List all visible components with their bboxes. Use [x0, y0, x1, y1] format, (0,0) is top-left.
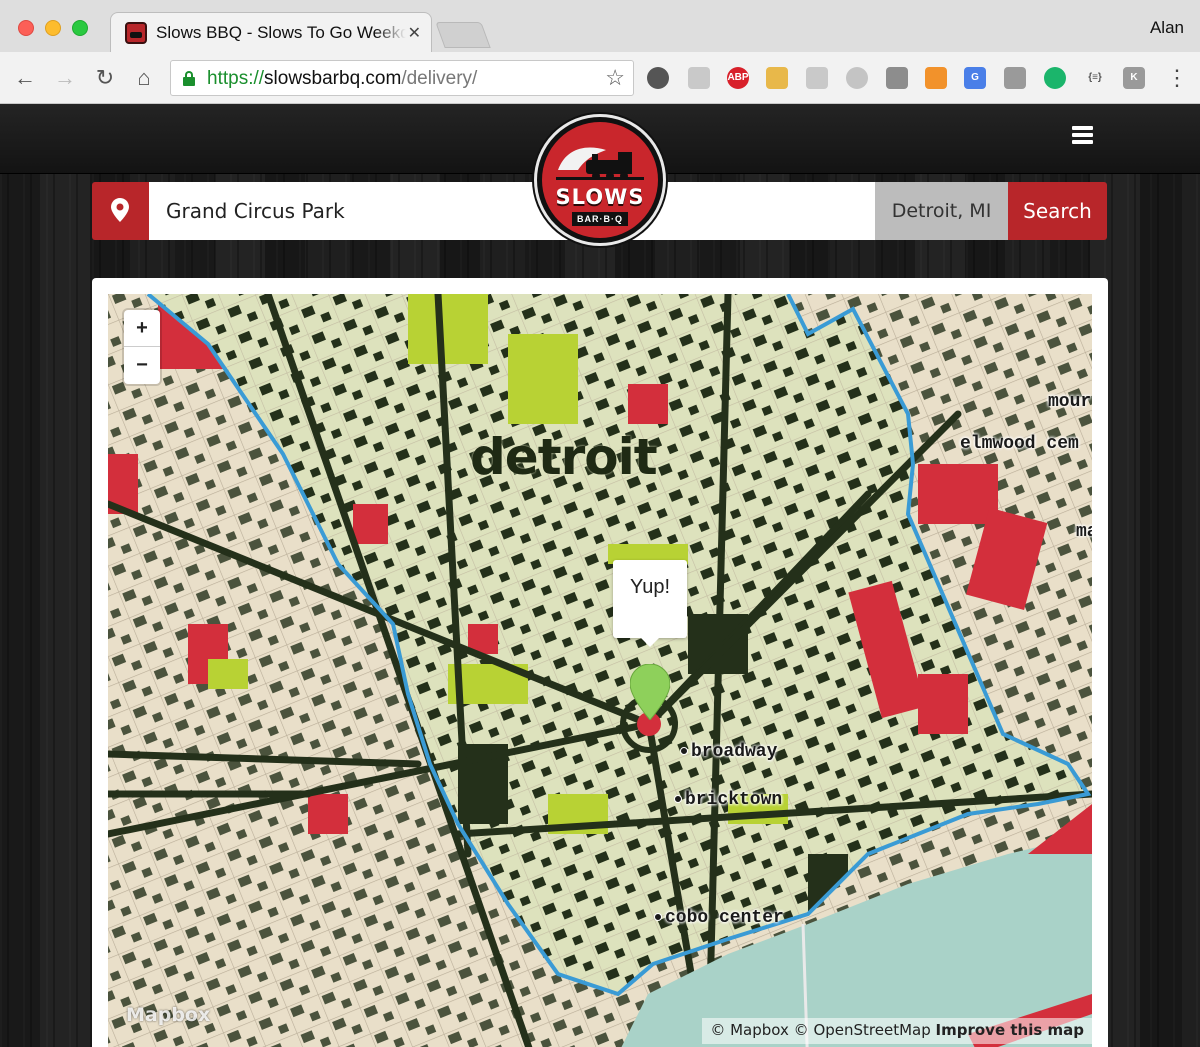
attribution-mapbox-link[interactable]: © Mapbox [710, 1021, 789, 1039]
map-pin-icon [111, 198, 129, 222]
location-pin-button[interactable] [92, 182, 149, 240]
mapbox-logo[interactable]: Mapbox [126, 1004, 210, 1026]
dropbox-icon[interactable] [1004, 67, 1026, 89]
map-label-broadway: broadway [680, 742, 777, 762]
chart-icon[interactable] [925, 67, 947, 89]
grid-icon[interactable] [886, 67, 908, 89]
browser-toolbar: ← → ↻ ⌂ https://slowsbarbq.com/delivery/… [0, 52, 1200, 104]
delivery-map[interactable]: + − detroit broadway bricktown cobo cent… [108, 294, 1092, 1047]
window-minimize-button[interactable] [45, 20, 61, 36]
map-card: + − detroit broadway bricktown cobo cent… [92, 278, 1108, 1047]
map-label-ma: ma [1076, 522, 1092, 542]
reload-icon[interactable]: ↻ [92, 65, 118, 91]
map-popup[interactable]: Yup! [613, 560, 687, 647]
map-label-mount: mour [1048, 392, 1092, 412]
url-text[interactable]: https://slowsbarbq.com/delivery/ [207, 68, 477, 90]
forward-arrow-icon[interactable]: → [52, 65, 78, 91]
bookmark-star-icon[interactable]: ☆ [605, 65, 625, 91]
json-icon[interactable]: {≡} [1084, 67, 1106, 89]
hamburger-menu-icon[interactable] [1072, 126, 1093, 144]
map-tiles[interactable] [108, 294, 1092, 1047]
address-bar[interactable]: https://slowsbarbq.com/delivery/ ☆ [170, 60, 634, 96]
zoom-in-button[interactable]: + [124, 310, 160, 347]
translate-icon[interactable]: G [964, 67, 986, 89]
address-input[interactable]: Grand Circus Park [149, 182, 875, 240]
logo-wordmark: SLOWS [555, 185, 645, 209]
bulb-icon[interactable] [846, 67, 868, 89]
window-titlebar: Slows BBQ - Slows To Go Weekday Delivery… [0, 0, 1200, 52]
rocket-icon[interactable] [647, 67, 669, 89]
page: SLOWS BAR·B·Q Grand Circus Park Detroit,… [0, 104, 1200, 1047]
improve-map-link[interactable]: Improve this map [936, 1021, 1084, 1039]
lock-icon [183, 71, 195, 86]
logo-subtext: BAR·B·Q [572, 212, 628, 226]
popup-text: Yup! [629, 576, 671, 598]
slows-logo[interactable]: SLOWS BAR·B·Q [534, 114, 666, 246]
map-attribution: © Mapbox © OpenStreetMap Improve this ma… [702, 1018, 1092, 1044]
new-tab-button[interactable] [435, 22, 491, 48]
map-label-cobo-center: cobo center [654, 908, 784, 928]
k-icon[interactable]: K [1123, 67, 1145, 89]
map-marker-icon[interactable] [630, 664, 670, 720]
search-button[interactable]: Search [1008, 182, 1107, 240]
attribution-osm-link[interactable]: © OpenStreetMap [794, 1021, 931, 1039]
window-maximize-button[interactable] [72, 20, 88, 36]
zoom-out-button[interactable]: − [124, 347, 160, 384]
profile-name[interactable]: Alan [1150, 18, 1184, 38]
slows-favicon-icon [125, 22, 147, 44]
browser-tab[interactable]: Slows BBQ - Slows To Go Weekday Delivery… [110, 12, 432, 52]
train-icon [556, 147, 644, 180]
map-label-bricktown: bricktown [674, 790, 782, 810]
zoom-control: + − [124, 310, 160, 384]
tab-close-icon[interactable]: ✕ [408, 23, 421, 43]
city-map-label: detroit [470, 428, 658, 486]
back-arrow-icon[interactable]: ← [12, 65, 38, 91]
map-label-elmwood: elmwood cem [960, 434, 1079, 454]
home-icon[interactable]: ⌂ [131, 65, 157, 91]
city-field: Detroit, MI [875, 182, 1008, 240]
chat-icon[interactable] [1044, 67, 1066, 89]
adblock-plus-icon[interactable]: ABP [727, 67, 749, 89]
browser-menu-icon[interactable]: ⋮ [1166, 65, 1188, 91]
screencast-icon[interactable] [806, 67, 828, 89]
shield-icon[interactable] [688, 67, 710, 89]
window-close-button[interactable] [18, 20, 34, 36]
face-icon[interactable] [766, 67, 788, 89]
tab-title: Slows BBQ - Slows To Go Weekday Delivery [156, 23, 406, 42]
